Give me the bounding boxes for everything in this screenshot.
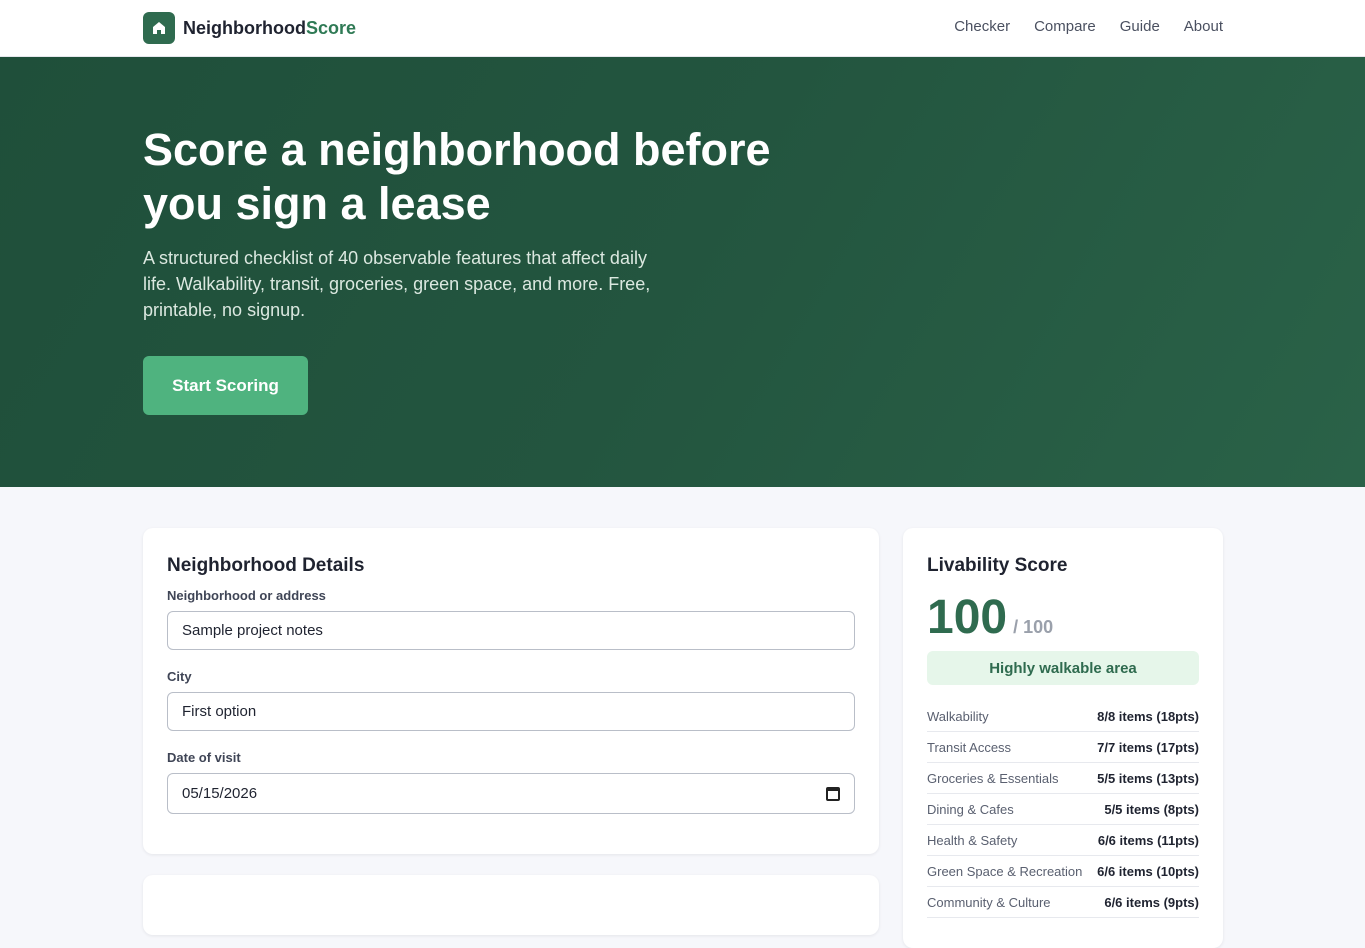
category-name: Transit Access — [927, 739, 1012, 755]
category-value: 6/6 items (10pts) — [1097, 863, 1199, 879]
hero-section: Score a neighborhood before you sign a l… — [0, 57, 1365, 487]
score-value: 100 — [927, 591, 1008, 644]
hero-subtitle: A structured checklist of 40 observable … — [143, 248, 651, 320]
house-icon — [143, 12, 175, 44]
category-row: Health & Safety 6/6 items (11pts) — [927, 825, 1199, 856]
date-value: 05/15/2026 — [182, 785, 258, 802]
score-badge: Highly walkable area — [927, 651, 1199, 685]
category-value: 7/7 items (17pts) — [1097, 739, 1199, 755]
category-value: 5/5 items (8pts) — [1104, 801, 1199, 817]
category-row: Community & Culture 6/6 items (9pts) — [927, 887, 1199, 918]
city-select[interactable]: First option — [167, 692, 855, 731]
address-value: Sample project notes — [182, 622, 323, 639]
address-label: Neighborhood or address — [167, 588, 326, 603]
hero-title: Score a neighborhood before you sign a l… — [143, 124, 771, 229]
category-value: 8/8 items (18pts) — [1097, 708, 1199, 724]
category-value: 6/6 items (9pts) — [1104, 894, 1199, 910]
nav-link-guide[interactable]: Guide — [1120, 18, 1160, 35]
category-row: Walkability 8/8 items (18pts) — [927, 701, 1199, 732]
brand-name: NeighborhoodScore — [183, 17, 357, 38]
livability-score-card: Livability Score 100 / 100 Highly walkab… — [903, 528, 1223, 948]
main-nav: Checker Compare Guide About — [954, 18, 1223, 35]
nav-link-compare[interactable]: Compare — [1034, 18, 1096, 35]
category-name: Green Space & Recreation — [927, 863, 1083, 879]
score-title: Livability Score — [927, 555, 1068, 576]
calendar-icon[interactable] — [826, 786, 840, 801]
nav-link-checker[interactable]: Checker — [954, 18, 1010, 35]
date-label: Date of visit — [167, 750, 241, 765]
next-section-card — [143, 875, 879, 935]
category-name: Groceries & Essentials — [927, 770, 1059, 786]
category-row: Transit Access 7/7 items (17pts) — [927, 732, 1199, 763]
category-value: 6/6 items (11pts) — [1097, 832, 1199, 848]
start-scoring-button[interactable]: Start Scoring — [143, 356, 308, 415]
category-name: Health & Safety — [927, 832, 1018, 848]
date-input[interactable]: 05/15/2026 — [167, 773, 855, 814]
category-row: Dining & Cafes 5/5 items (8pts) — [927, 794, 1199, 825]
address-input[interactable]: Sample project notes — [167, 611, 855, 650]
category-name: Walkability — [927, 708, 989, 724]
score-display: 100 / 100 — [927, 590, 1053, 645]
category-value: 5/5 items (13pts) — [1097, 770, 1199, 786]
nav-link-about[interactable]: About — [1184, 18, 1223, 35]
score-max: / 100 — [1013, 617, 1054, 637]
category-row: Green Space & Recreation 6/6 items (10pts… — [927, 856, 1199, 887]
details-title: Neighborhood Details — [167, 555, 365, 576]
category-name: Community & Culture — [927, 894, 1051, 910]
top-navbar: NeighborhoodScore Checker Compare Guide … — [0, 0, 1365, 57]
neighborhood-details-card: Neighborhood Details Neighborhood or add… — [143, 528, 879, 854]
city-value: First option — [182, 703, 257, 720]
category-name: Dining & Cafes — [927, 801, 1014, 817]
category-row: Groceries & Essentials 5/5 items (13pts) — [927, 763, 1199, 794]
city-label: City — [167, 669, 192, 684]
brand-logo[interactable]: NeighborhoodScore — [143, 12, 356, 44]
category-list: Walkability 8/8 items (18pts) Transit Acc… — [927, 701, 1199, 918]
